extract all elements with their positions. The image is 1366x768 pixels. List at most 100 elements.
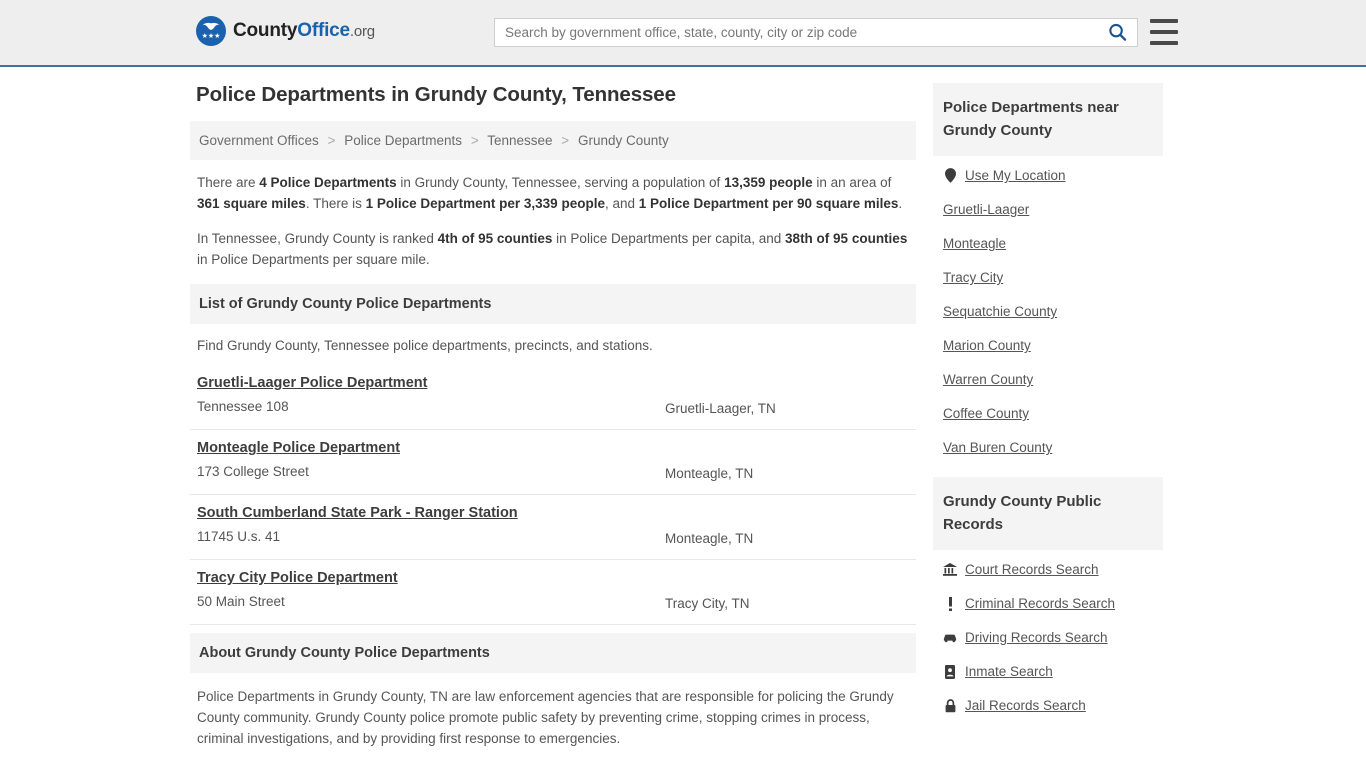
nearby-links: Use My Location Gruetli-Laager Monteagle… — [933, 156, 1163, 455]
logo-word-suffix: .org — [349, 23, 375, 40]
eagle-icon: ★★★ — [196, 16, 226, 46]
intro-p1-t5: , and — [604, 196, 639, 211]
listing-address: 11745 U.s. 41 — [197, 529, 281, 544]
about-section-heading: About Grundy County Police Departments — [190, 633, 916, 673]
breadcrumb-separator: > — [561, 133, 570, 148]
map-pin-icon — [943, 168, 957, 183]
courthouse-icon — [943, 563, 957, 576]
listing-details: Tracy City Police Department 50 Main Str… — [197, 569, 665, 609]
intro-paragraph-2: In Tennessee, Grundy County is ranked 4t… — [190, 228, 916, 270]
listing-city: Tracy City, TN — [665, 596, 750, 611]
sidebar-link-label[interactable]: Coffee County — [943, 406, 1029, 421]
list-section-subtext: Find Grundy County, Tennessee police dep… — [197, 338, 653, 353]
list-item: Tracy City Police Department 50 Main Str… — [190, 560, 916, 625]
listing-name-link[interactable]: Monteagle Police Department — [197, 440, 400, 456]
car-icon — [943, 633, 957, 643]
intro-p1-b5: 1 Police Department per 90 square miles — [638, 196, 899, 211]
breadcrumb-item-police-departments[interactable]: Police Departments — [344, 133, 462, 148]
public-records-links: Court Records Search Criminal Records Se… — [933, 550, 1163, 713]
listing-name-link[interactable]: Tracy City Police Department — [197, 570, 398, 586]
search-button[interactable] — [1097, 19, 1137, 46]
intro-p2-b1: 4th of 95 counties — [437, 231, 553, 246]
logo-word-county: County — [233, 20, 298, 41]
public-records-panel: Grundy County Public Records Court Recor… — [933, 477, 1163, 713]
hamburger-bar-3 — [1150, 41, 1178, 45]
hamburger-bar-2 — [1150, 30, 1178, 34]
hamburger-menu-button[interactable] — [1150, 19, 1178, 45]
sidebar-link-label[interactable]: Monteagle — [943, 236, 1006, 251]
intro-text: There are 4 Police Departments in Grundy… — [190, 172, 916, 270]
listing-city: Gruetli-Laager, TN — [665, 401, 776, 416]
list-item: Monteagle Police Department 173 College … — [190, 430, 916, 495]
listing-address: 173 College Street — [197, 464, 309, 479]
sidebar-item-inmate-search[interactable]: Inmate Search — [943, 664, 1163, 679]
listing-city: Monteagle, TN — [665, 531, 754, 546]
sidebar-link-label[interactable]: Criminal Records Search — [965, 596, 1115, 611]
sidebar-link-label[interactable]: Marion County — [943, 338, 1031, 353]
list-item: Gruetli-Laager Police Department Tenness… — [190, 365, 916, 430]
id-badge-icon — [943, 664, 957, 679]
sidebar-item-jail-records-search[interactable]: Jail Records Search — [943, 698, 1163, 713]
sidebar-link-label[interactable]: Court Records Search — [965, 562, 1099, 577]
intro-p2-t3: in Police Departments per square mile. — [197, 252, 430, 267]
breadcrumb-item-government-offices[interactable]: Government Offices — [199, 133, 319, 148]
sidebar-item-tracy-city[interactable]: Tracy City — [943, 270, 1163, 285]
intro-p1-b2: 13,359 people — [724, 175, 813, 190]
lock-icon — [943, 698, 957, 713]
police-department-list: Gruetli-Laager Police Department Tenness… — [190, 365, 916, 625]
sidebar-link-label[interactable]: Van Buren County — [943, 440, 1052, 455]
intro-p1-b1: 4 Police Departments — [259, 175, 397, 190]
logo-stars: ★★★ — [201, 33, 221, 40]
sidebar-link-label[interactable]: Driving Records Search — [965, 630, 1108, 645]
intro-p2-b2: 38th of 95 counties — [785, 231, 908, 246]
list-section-heading: List of Grundy County Police Departments — [190, 284, 916, 324]
sidebar-link-label[interactable]: Use My Location — [965, 168, 1066, 183]
sidebar-item-van-buren-county[interactable]: Van Buren County — [943, 440, 1163, 455]
listing-name-link[interactable]: Gruetli-Laager Police Department — [197, 375, 427, 391]
listing-name-link[interactable]: South Cumberland State Park - Ranger Sta… — [197, 505, 518, 521]
listing-details: Gruetli-Laager Police Department Tenness… — [197, 374, 665, 414]
intro-p1-t1: There are — [197, 175, 260, 190]
intro-p2-t2: in Police Departments per capita, and — [552, 231, 786, 246]
sidebar-link-label[interactable]: Gruetli-Laager — [943, 202, 1029, 217]
site-header: ★★★ CountyOffice.org — [0, 0, 1366, 67]
sidebar-item-sequatchie-county[interactable]: Sequatchie County — [943, 304, 1163, 319]
intro-paragraph-1: There are 4 Police Departments in Grundy… — [190, 172, 916, 214]
sidebar-item-marion-county[interactable]: Marion County — [943, 338, 1163, 353]
sidebar-item-criminal-records-search[interactable]: Criminal Records Search — [943, 596, 1163, 611]
about-section-text: Police Departments in Grundy County, TN … — [197, 689, 894, 746]
site-logo[interactable]: ★★★ CountyOffice.org — [196, 16, 375, 46]
sidebar-link-label[interactable]: Inmate Search — [965, 664, 1053, 679]
breadcrumb-item-grundy-county: Grundy County — [577, 133, 669, 148]
breadcrumb-separator: > — [327, 133, 336, 148]
search-input[interactable] — [495, 19, 1097, 46]
intro-p2-t1: In Tennessee, Grundy County is ranked — [197, 231, 438, 246]
sidebar-link-label[interactable]: Warren County — [943, 372, 1033, 387]
sidebar-item-driving-records-search[interactable]: Driving Records Search — [943, 630, 1163, 645]
sidebar-item-monteagle[interactable]: Monteagle — [943, 236, 1163, 251]
logo-word-office: Office — [297, 20, 350, 41]
sidebar-link-label[interactable]: Tracy City — [943, 270, 1003, 285]
sidebar-item-court-records-search[interactable]: Court Records Search — [943, 562, 1163, 577]
sidebar-item-use-my-location[interactable]: Use My Location — [943, 168, 1163, 183]
listing-address: Tennessee 108 — [197, 399, 289, 414]
intro-p1-t4: . There is — [305, 196, 366, 211]
main-content: Police Departments in Grundy County, Ten… — [190, 83, 916, 753]
public-records-heading: Grundy County Public Records — [933, 477, 1163, 550]
page-body: Police Departments in Grundy County, Ten… — [0, 67, 1366, 753]
intro-p1-t6: . — [898, 196, 903, 211]
nearby-panel: Police Departments near Grundy County Us… — [933, 83, 1163, 455]
sidebar-link-label[interactable]: Sequatchie County — [943, 304, 1057, 319]
sidebar-item-warren-county[interactable]: Warren County — [943, 372, 1163, 387]
intro-p1-b3: 361 square miles — [197, 196, 306, 211]
sidebar-link-label[interactable]: Jail Records Search — [965, 698, 1086, 713]
intro-p1-b4: 1 Police Department per 3,339 people — [365, 196, 605, 211]
listing-details: South Cumberland State Park - Ranger Sta… — [197, 504, 665, 544]
breadcrumb-item-tennessee[interactable]: Tennessee — [487, 133, 552, 148]
intro-p1-t2: in Grundy County, Tennessee, serving a p… — [396, 175, 725, 190]
hamburger-bar-1 — [1150, 19, 1178, 23]
search-icon — [1108, 23, 1126, 41]
sidebar-item-gruetli-laager[interactable]: Gruetli-Laager — [943, 202, 1163, 217]
sidebar-item-coffee-county[interactable]: Coffee County — [943, 406, 1163, 421]
logo-wordmark: CountyOffice.org — [233, 20, 375, 42]
